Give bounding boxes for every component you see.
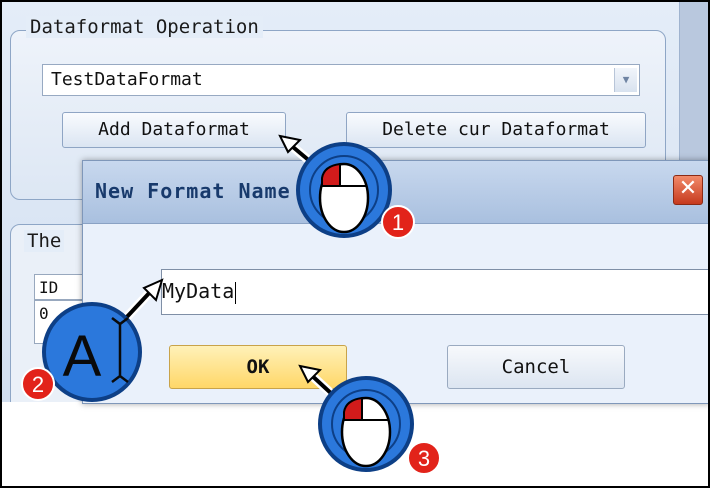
step-number: 1 xyxy=(392,210,404,235)
annotation-overlay: 1 A 2 3 xyxy=(21,134,441,475)
mouse-click-icon xyxy=(340,396,392,468)
step-1-annotation: 1 xyxy=(278,134,415,239)
svg-text:A: A xyxy=(63,324,102,389)
step-2-annotation: A 2 xyxy=(21,278,164,402)
arrow-icon xyxy=(298,364,339,401)
step-3-annotation: 3 xyxy=(298,364,441,475)
mouse-click-icon xyxy=(318,162,370,234)
arrow-icon xyxy=(119,278,164,325)
step-number: 3 xyxy=(418,446,430,471)
step-number: 2 xyxy=(32,372,44,397)
